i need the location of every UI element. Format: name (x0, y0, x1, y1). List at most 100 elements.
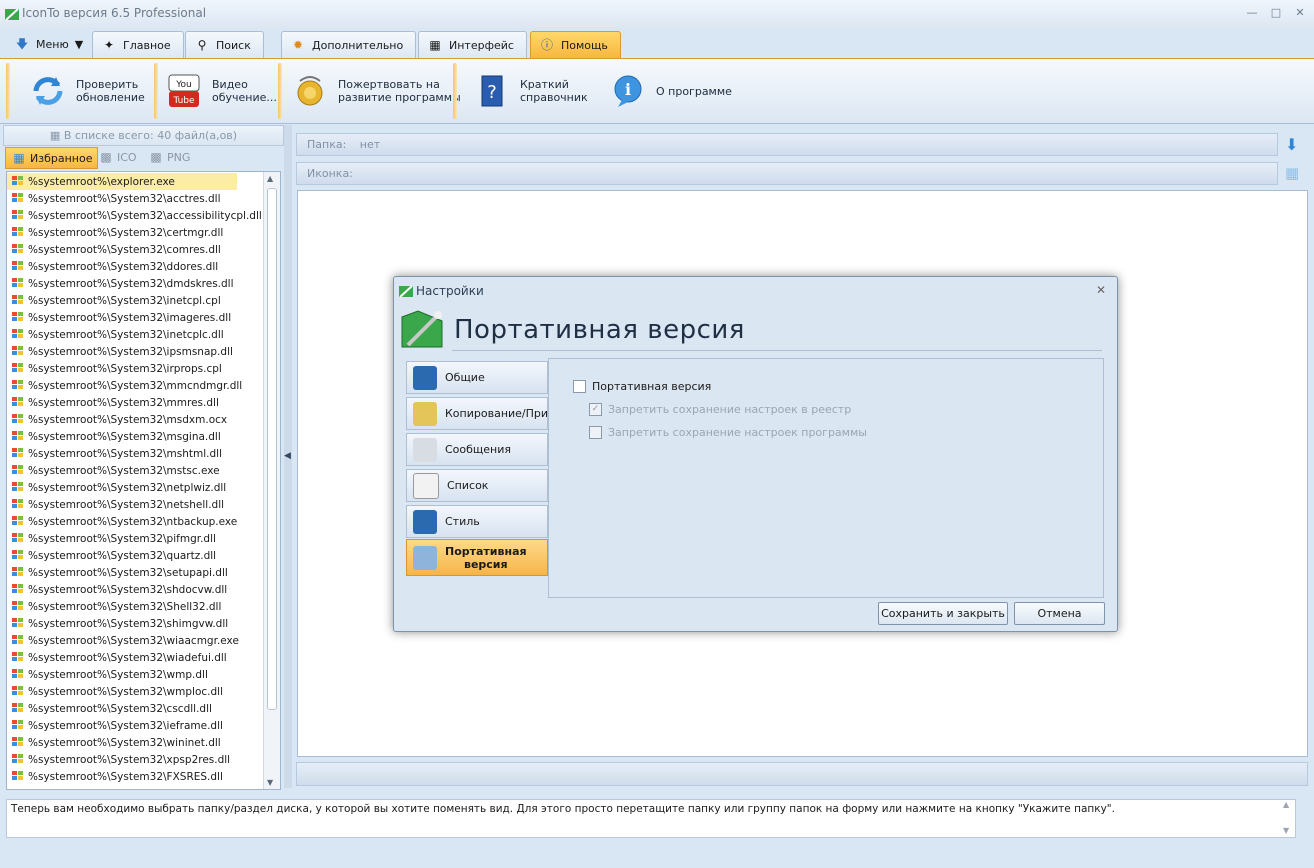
list-item[interactable]: %systemroot%\System32\mshtml.dll (7, 445, 222, 462)
cancel-button[interactable]: Отмена (1014, 602, 1105, 625)
tab-menu[interactable]: 🡇 Меню ▼ (6, 31, 95, 57)
ico-icon: ▩ (100, 150, 112, 164)
check-update-button[interactable]: Проверить обновление (28, 65, 145, 117)
list-item[interactable]: %systemroot%\System32\ddores.dll (7, 258, 218, 275)
tab-help[interactable]: ⓘ Помощь (530, 31, 621, 58)
panel-splitter[interactable]: ◀ (284, 125, 292, 788)
close-icon[interactable]: ✕ (1096, 283, 1106, 297)
tab-interface[interactable]: ▦ Интерфейс (418, 31, 527, 58)
list-item[interactable]: %systemroot%\System32\ntbackup.exe (7, 513, 237, 530)
list-item[interactable]: %systemroot%\System32\imageres.dll (7, 309, 231, 326)
nav-portable[interactable]: Портативная версия (406, 539, 548, 576)
list-item[interactable]: %systemroot%\System32\wiadefui.dll (7, 649, 227, 666)
nav-general[interactable]: Общие (406, 361, 548, 394)
about-button[interactable]: i О программе (608, 65, 732, 117)
collapse-arrow-icon[interactable]: ◀ (284, 451, 291, 461)
list-item[interactable]: %systemroot%\System32\irprops.cpl (7, 360, 222, 377)
nav-messages[interactable]: Сообщения (406, 433, 548, 466)
quick-reference-button[interactable]: ? Краткий справочник (472, 65, 588, 117)
list-item[interactable]: %systemroot%\System32\accessibilitycpl.d… (7, 207, 262, 224)
file-icon (12, 584, 25, 595)
list-item[interactable]: %systemroot%\System32\inetcplc.dll (7, 326, 224, 343)
file-path: %systemroot%\System32\msgina.dll (28, 430, 221, 443)
nav-copy-apply[interactable]: Копирование/Применение (406, 397, 548, 430)
scroll-up-icon[interactable]: ▲ (267, 174, 273, 183)
list-item[interactable]: %systemroot%\System32\setupapi.dll (7, 564, 228, 581)
ribbon-separator (453, 63, 457, 119)
list-item[interactable]: %systemroot%\System32\acctres.dll (7, 190, 221, 207)
list-item[interactable]: %systemroot%\System32\comres.dll (7, 241, 221, 258)
status-text: Теперь вам необходимо выбрать папку/разд… (11, 803, 1115, 815)
file-icon (12, 465, 25, 476)
file-icon (12, 312, 25, 323)
checkbox-label: Запретить сохранение настроек программы (608, 426, 867, 439)
file-path: %systemroot%\System32\pifmgr.dll (28, 532, 216, 545)
no-program-settings-checkbox[interactable]: Запретить сохранение настроек программы (589, 426, 867, 439)
list-item[interactable]: %systemroot%\System32\shdocvw.dll (7, 581, 227, 598)
list-item[interactable]: %systemroot%\System32\msgina.dll (7, 428, 221, 445)
nav-style[interactable]: Стиль (406, 505, 548, 538)
ribbon-separator (278, 63, 282, 119)
no-registry-checkbox[interactable]: ✓ Запретить сохранение настроек в реестр (589, 403, 851, 416)
help-book-icon: ? (472, 71, 512, 111)
bottom-bar (296, 762, 1308, 786)
download-icon[interactable]: ⬇ (1285, 135, 1298, 154)
list-item[interactable]: %systemroot%\System32\Shell32.dll (7, 598, 221, 615)
file-icon (12, 550, 25, 561)
list-item[interactable]: %systemroot%\System32\mmres.dll (7, 394, 219, 411)
file-icon (12, 329, 25, 340)
list-item[interactable]: %systemroot%\System32\certmgr.dll (7, 224, 223, 241)
tab-label: Поиск (216, 38, 251, 52)
list-item[interactable]: %systemroot%\explorer.exe (7, 173, 237, 190)
nav-list[interactable]: Список (406, 469, 548, 502)
file-path: %systemroot%\System32\xpsp2res.dll (28, 753, 231, 766)
tab-additional[interactable]: ✹ Дополнительно (281, 31, 417, 58)
tab-main[interactable]: ✦ Главное (92, 31, 184, 58)
portable-checkbox[interactable]: Портативная версия (573, 380, 711, 393)
list-item[interactable]: %systemroot%\System32\shimgvw.dll (7, 615, 228, 632)
windows-logo-icon[interactable]: ▦ (1285, 164, 1299, 182)
list-item[interactable]: %systemroot%\System32\mstsc.exe (7, 462, 220, 479)
scroll-up-icon[interactable]: ▲ (1283, 800, 1289, 809)
donate-button[interactable]: Пожертвовать на развитие программы (290, 65, 461, 117)
list-item[interactable]: %systemroot%\System32\dmdskres.dll (7, 275, 234, 292)
ribbon-label: Видео обучение... (212, 78, 277, 104)
settings-content: Портативная версия ✓ Запретить сохранени… (548, 358, 1104, 598)
tab-label: Интерфейс (449, 38, 514, 52)
scroll-thumb[interactable] (267, 188, 277, 710)
list-item[interactable]: %systemroot%\System32\msdxm.ocx (7, 411, 227, 428)
tab-ico[interactable]: ▩ ICO (93, 147, 142, 167)
list-item[interactable]: %systemroot%\System32\inetcpl.cpl (7, 292, 221, 309)
save-close-button[interactable]: Сохранить и закрыть (878, 602, 1008, 625)
file-list[interactable]: %systemroot%\explorer.exe %systemroot%\Sy… (6, 171, 281, 790)
tab-png[interactable]: ▩ PNG (143, 147, 195, 167)
list-item[interactable]: %systemroot%\System32\wmp.dll (7, 666, 208, 683)
nav-label: Общие (445, 371, 485, 384)
list-item[interactable]: %systemroot%\System32\netplwiz.dll (7, 479, 226, 496)
tab-search[interactable]: ⚲ Поиск (185, 31, 264, 58)
list-item[interactable]: %systemroot%\System32\wiaacmgr.exe (7, 632, 239, 649)
list-item[interactable]: %systemroot%\System32\quartz.dll (7, 547, 216, 564)
close-icon[interactable]: ✕ (1292, 6, 1308, 20)
scroll-down-icon[interactable]: ▼ (267, 778, 273, 787)
maximize-icon[interactable]: □ (1268, 6, 1284, 20)
list-item[interactable]: %systemroot%\System32\pifmgr.dll (7, 530, 216, 547)
minimize-icon[interactable]: — (1244, 6, 1260, 20)
tab-favorites[interactable]: ▦ Избранное (5, 147, 99, 169)
list-item[interactable]: %systemroot%\System32\cscdll.dll (7, 700, 212, 717)
list-item[interactable]: %systemroot%\System32\netshell.dll (7, 496, 224, 513)
file-list-scrollbar[interactable]: ▲ ▼ (263, 172, 280, 789)
scroll-down-icon[interactable]: ▼ (1283, 826, 1289, 835)
list-item[interactable]: %systemroot%\System32\xpsp2res.dll (7, 751, 230, 768)
list-item[interactable]: %systemroot%\System32\ieframe.dll (7, 717, 223, 734)
file-path: %systemroot%\System32\netshell.dll (28, 498, 225, 511)
video-tutorial-button[interactable]: You Tube Видео обучение... (164, 65, 277, 117)
list-item[interactable]: %systemroot%\System32\ipsmsnap.dll (7, 343, 233, 360)
list-item[interactable]: %systemroot%\System32\mmcndmgr.dll (7, 377, 242, 394)
file-icon (12, 210, 25, 221)
list-item[interactable]: %systemroot%\System32\FXSRES.dll (7, 768, 223, 785)
list-item[interactable]: %systemroot%\System32\wmploc.dll (7, 683, 223, 700)
file-path: %systemroot%\System32\mmres.dll (28, 396, 219, 409)
list-item[interactable]: %systemroot%\System32\wininet.dll (7, 734, 221, 751)
file-path: %systemroot%\System32\wmp.dll (28, 668, 208, 681)
